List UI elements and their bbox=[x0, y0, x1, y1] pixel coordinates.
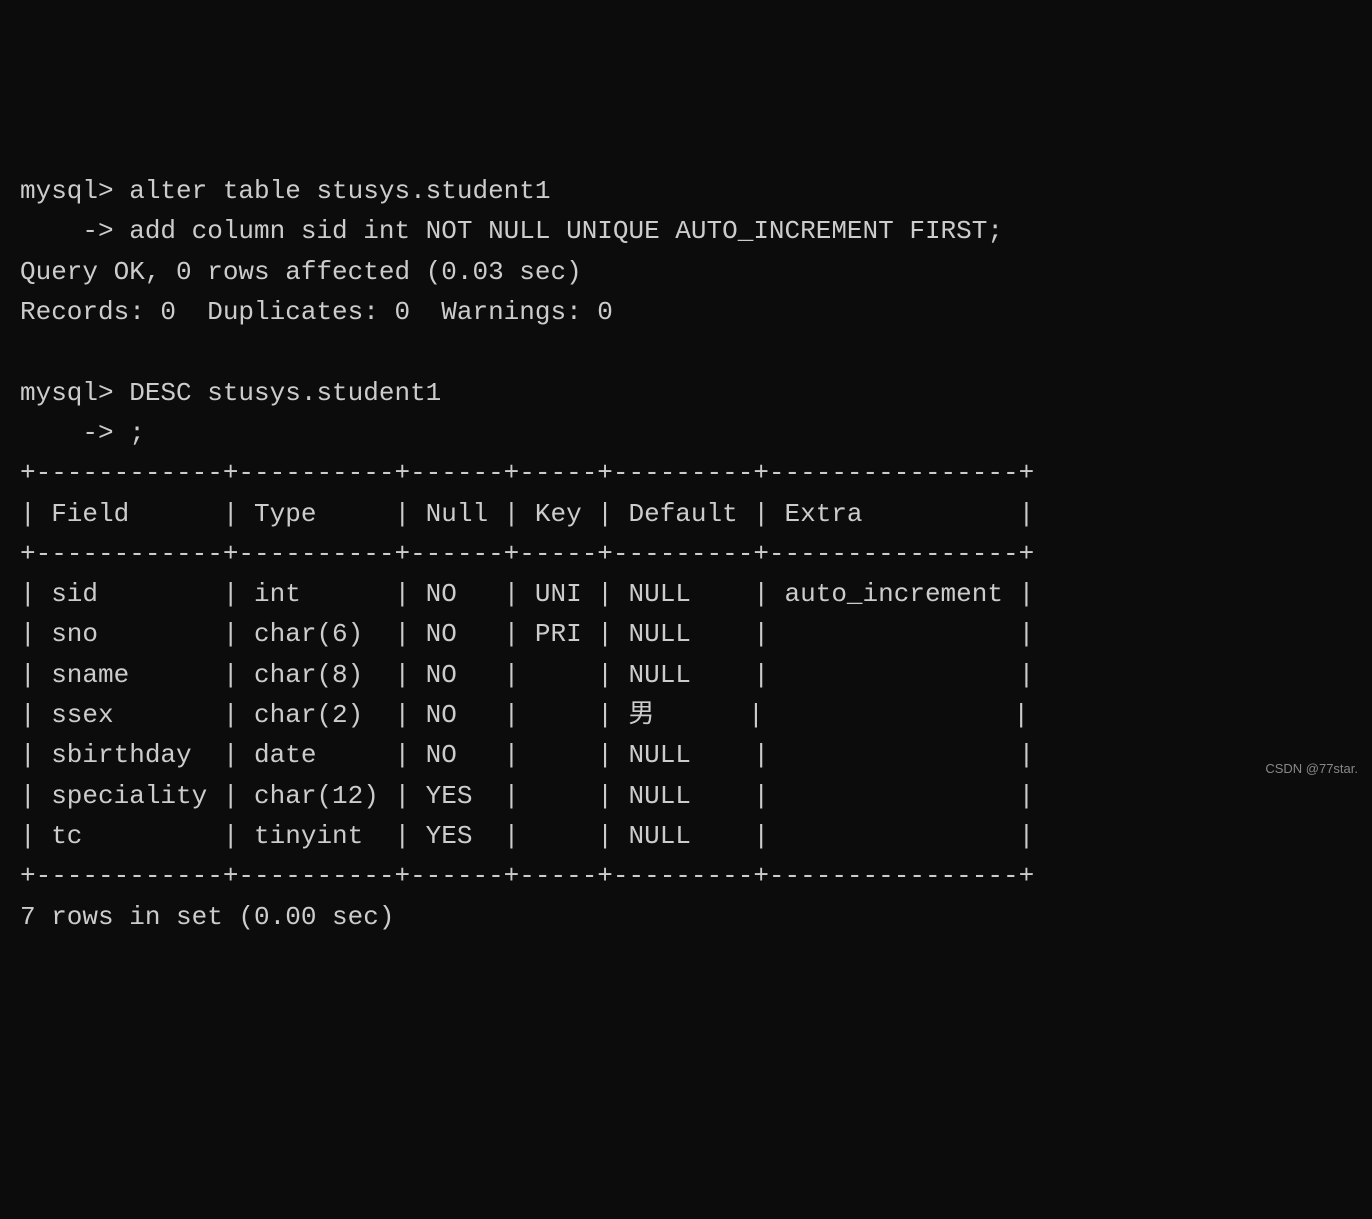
terminal-line: | ssex | char(2) | NO | | 男 | | bbox=[20, 695, 1352, 735]
terminal-line: -> ; bbox=[20, 413, 1352, 453]
watermark: CSDN @77star. bbox=[1265, 759, 1358, 779]
terminal-line bbox=[20, 332, 1352, 372]
terminal-line: Records: 0 Duplicates: 0 Warnings: 0 bbox=[20, 292, 1352, 332]
terminal-line: 7 rows in set (0.00 sec) bbox=[20, 897, 1352, 937]
terminal-line: -> add column sid int NOT NULL UNIQUE AU… bbox=[20, 211, 1352, 251]
terminal-line: | sname | char(8) | NO | | NULL | | bbox=[20, 655, 1352, 695]
terminal-line: | Field | Type | Null | Key | Default | … bbox=[20, 494, 1352, 534]
terminal-line: | sbirthday | date | NO | | NULL | | bbox=[20, 735, 1352, 775]
terminal-line: mysql> DESC stusys.student1 bbox=[20, 373, 1352, 413]
terminal-line: +------------+----------+------+-----+--… bbox=[20, 856, 1352, 896]
terminal-line: | sid | int | NO | UNI | NULL | auto_inc… bbox=[20, 574, 1352, 614]
terminal-line: Query OK, 0 rows affected (0.03 sec) bbox=[20, 252, 1352, 292]
terminal-line: mysql> alter table stusys.student1 bbox=[20, 171, 1352, 211]
terminal-line: +------------+----------+------+-----+--… bbox=[20, 453, 1352, 493]
terminal-line: | sno | char(6) | NO | PRI | NULL | | bbox=[20, 614, 1352, 654]
terminal-line: | tc | tinyint | YES | | NULL | | bbox=[20, 816, 1352, 856]
terminal-output: mysql> alter table stusys.student1 -> ad… bbox=[20, 171, 1352, 937]
terminal-line: +------------+----------+------+-----+--… bbox=[20, 534, 1352, 574]
terminal-line: | speciality | char(12) | YES | | NULL |… bbox=[20, 776, 1352, 816]
